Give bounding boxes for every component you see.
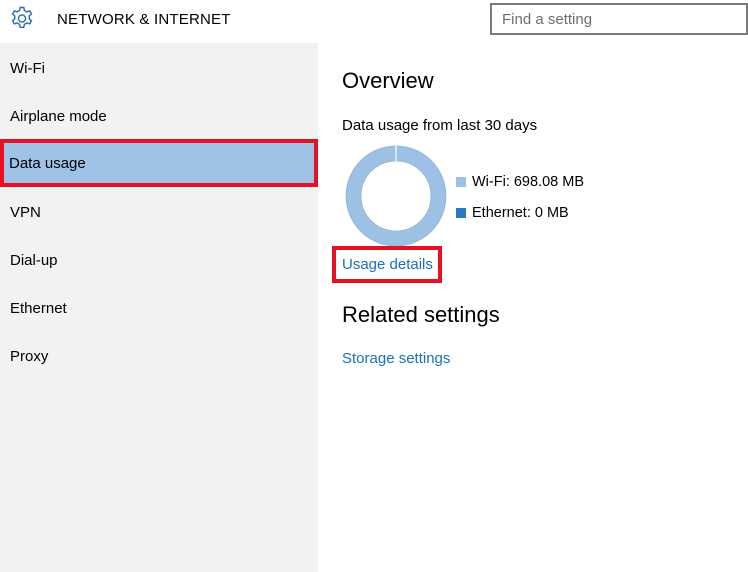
sidebar-item-proxy[interactable]: Proxy: [0, 332, 318, 380]
gear-icon: [11, 6, 33, 28]
donut-wifi-segment: [346, 146, 446, 246]
app-title: NETWORK & INTERNET: [57, 11, 231, 28]
sidebar-item-label: Data usage: [9, 154, 86, 172]
sidebar-item-airplane-mode[interactable]: Airplane mode: [0, 92, 318, 140]
legend-label-wifi: Wi-Fi: 698.08 MB: [472, 174, 584, 190]
main-content: Overview Data usage from last 30 days Wi…: [318, 43, 748, 572]
sidebar-item-data-usage[interactable]: Data usage: [0, 139, 318, 187]
search-input[interactable]: [490, 3, 748, 35]
usage-details-link[interactable]: Usage details: [332, 246, 442, 283]
legend-item-wifi: Wi-Fi: 698.08 MB: [456, 174, 584, 190]
overview-heading: Overview: [342, 68, 434, 93]
usage-donut-chart: [345, 145, 447, 247]
sidebar-item-label: Proxy: [10, 347, 49, 365]
sidebar-item-ethernet[interactable]: Ethernet: [0, 284, 318, 332]
sidebar-item-label: Airplane mode: [10, 107, 107, 125]
header-bar: NETWORK & INTERNET: [0, 0, 748, 43]
usage-caption: Data usage from last 30 days: [342, 117, 538, 134]
related-settings-heading: Related settings: [342, 302, 500, 327]
sidebar-item-label: Wi-Fi: [10, 59, 45, 77]
storage-settings-link[interactable]: Storage settings: [342, 350, 450, 367]
sidebar-item-dial-up[interactable]: Dial-up: [0, 236, 318, 284]
legend-item-ethernet: Ethernet: 0 MB: [456, 205, 569, 221]
legend-label-ethernet: Ethernet: 0 MB: [472, 205, 569, 221]
usage-details-label: Usage details: [342, 256, 433, 273]
legend-swatch-wifi: [456, 177, 466, 187]
legend-swatch-ethernet: [456, 208, 466, 218]
sidebar-item-label: Ethernet: [10, 299, 67, 317]
sidebar-item-vpn[interactable]: VPN: [0, 188, 318, 236]
sidebar-item-wifi[interactable]: Wi-Fi: [0, 44, 318, 92]
sidebar-item-label: Dial-up: [10, 251, 58, 269]
sidebar-nav: Wi-Fi Airplane mode Data usage VPN Dial-…: [0, 43, 318, 572]
sidebar-item-label: VPN: [10, 203, 41, 221]
